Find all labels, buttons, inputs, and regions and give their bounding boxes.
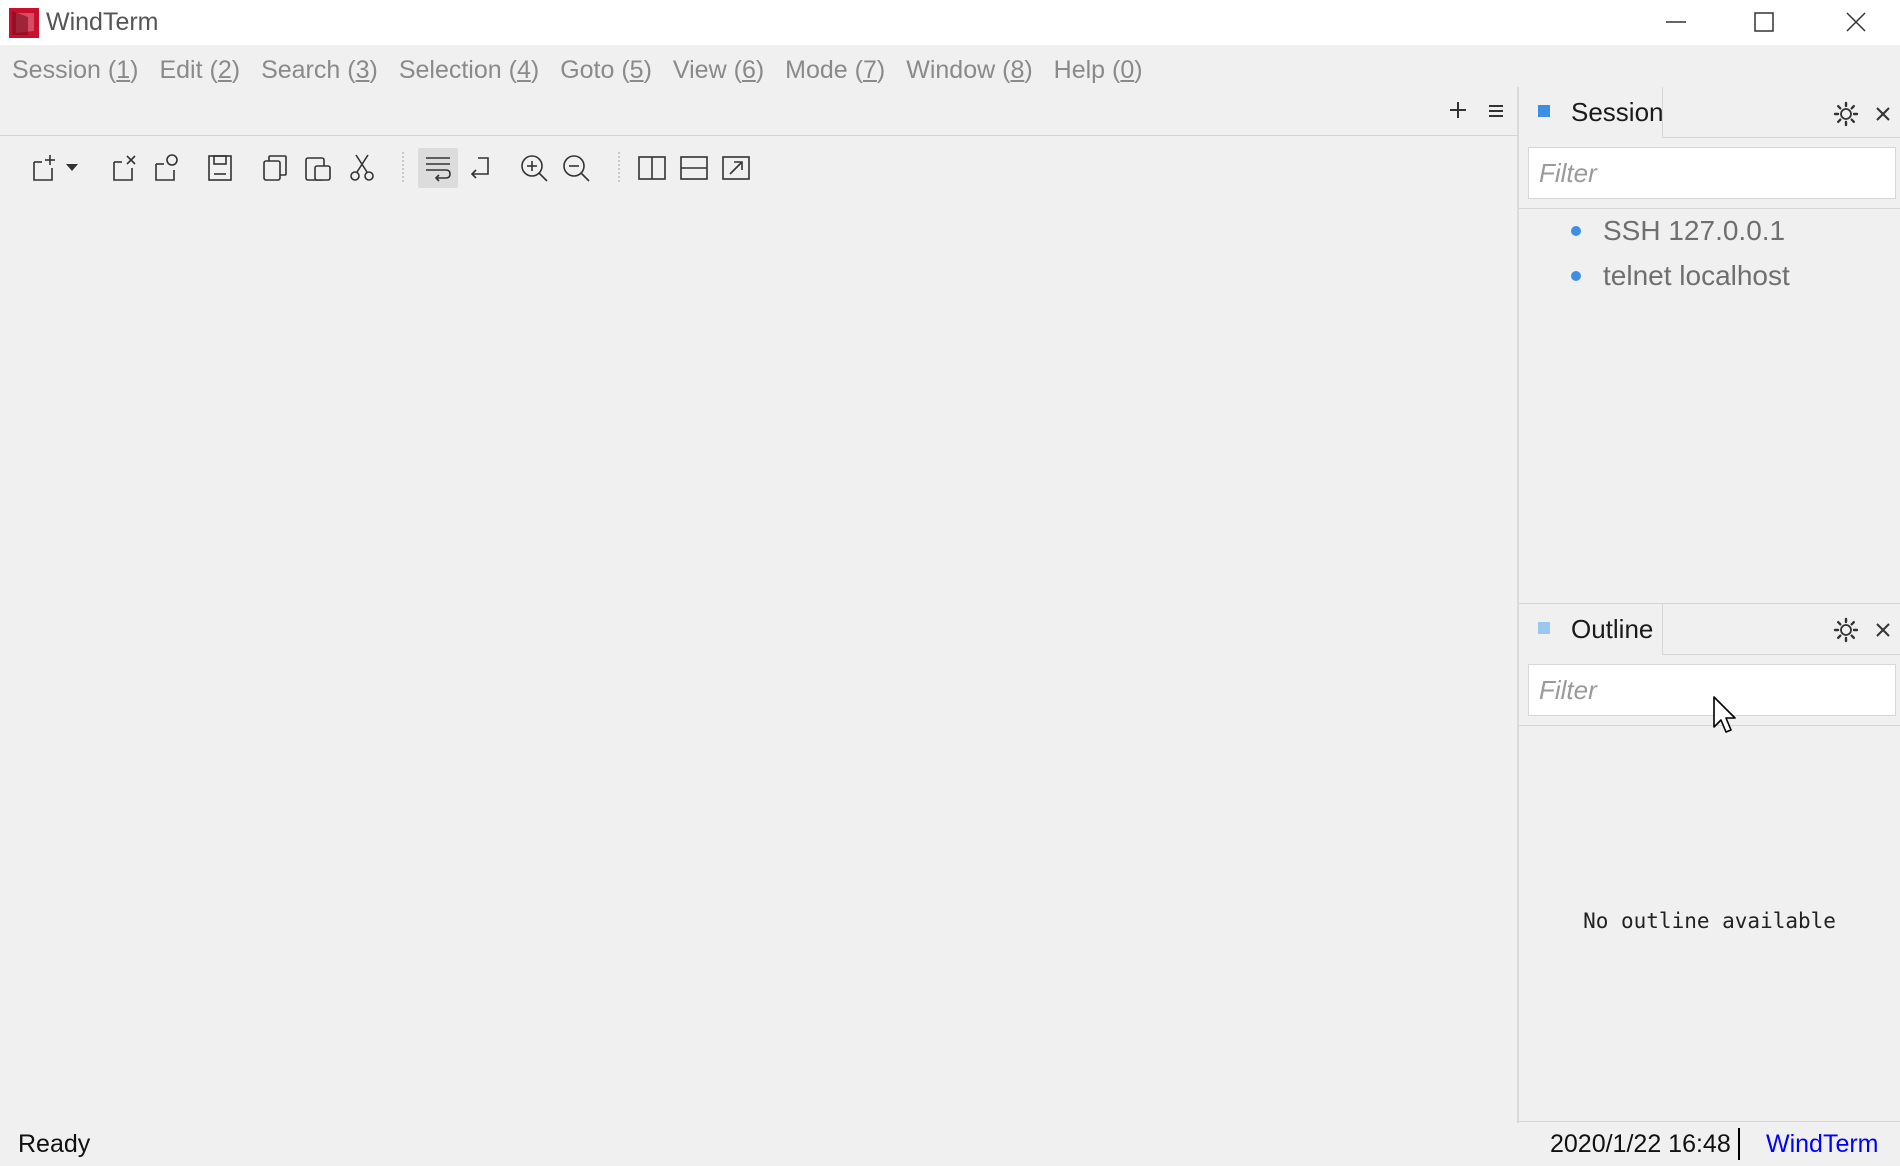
copy-button[interactable] (256, 148, 296, 188)
maximize-button[interactable] (1720, 0, 1808, 45)
maximize-icon (1754, 12, 1774, 32)
new-session-dropdown[interactable] (62, 148, 84, 188)
duplicate-session-icon (155, 154, 178, 181)
split-vertical-icon (638, 156, 666, 180)
save-icon (208, 155, 232, 181)
status-text: Ready (18, 1130, 91, 1158)
close-window-button[interactable] (1812, 0, 1900, 45)
window-title: WindTerm (46, 8, 159, 36)
popout-icon (722, 156, 750, 180)
cut-button[interactable] (342, 148, 382, 188)
menu-search[interactable]: Search (3) (261, 48, 378, 92)
word-wrap-button[interactable] (418, 148, 458, 188)
line-wrap-icon (470, 157, 489, 179)
cut-icon (350, 154, 374, 181)
copy-icon (263, 155, 287, 181)
status-bar: Ready 2020/1/22 16:48 WindTerm (0, 1122, 1900, 1166)
menu-window[interactable]: Window (8) (906, 48, 1032, 92)
menu-session[interactable]: Session (1) (12, 48, 138, 92)
outline-panel: Outline No outline available (1519, 603, 1900, 1123)
terminal-workspace[interactable] (0, 192, 1517, 1120)
toolbar-separator (402, 152, 404, 182)
session-settings-gear-icon[interactable] (1832, 100, 1860, 128)
panel-header-line (1663, 654, 1900, 655)
session-bullet-icon (1571, 271, 1581, 281)
menu-view[interactable]: View (6) (673, 48, 764, 92)
session-list-item[interactable]: telnet localhost (1519, 254, 1900, 298)
minimize-button[interactable] (1632, 0, 1720, 45)
minimize-icon (1666, 21, 1686, 23)
zoom-in-button[interactable] (514, 148, 554, 188)
session-bullet-icon (1571, 226, 1581, 236)
status-app-name[interactable]: WindTerm (1766, 1130, 1879, 1159)
toolbar (0, 140, 1517, 190)
session-filter-input[interactable] (1528, 147, 1896, 199)
session-list-item[interactable]: SSH 127.0.0.1 (1519, 209, 1900, 253)
title-bar: WindTerm (0, 0, 1900, 45)
popout-button[interactable] (716, 148, 756, 188)
windterm-logo-icon (9, 8, 39, 38)
outline-tab-marker-icon (1538, 622, 1550, 634)
status-datetime: 2020/1/22 16:48 (1550, 1130, 1731, 1158)
close-session-icon (113, 155, 136, 181)
session-panel-tab[interactable]: Session (1519, 87, 1664, 138)
menu-edit[interactable]: Edit (2) (159, 48, 240, 92)
close-session-button[interactable] (104, 148, 144, 188)
close-icon (1846, 12, 1866, 32)
dropdown-icon (66, 164, 78, 171)
new-tab-plus-icon[interactable] (1444, 96, 1472, 124)
menu-selection[interactable]: Selection (4) (399, 48, 539, 92)
zoom-out-button[interactable] (556, 148, 596, 188)
split-horizontal-button[interactable] (674, 148, 714, 188)
new-session-icon (33, 155, 55, 181)
tab-list-menu-icon[interactable] (1484, 98, 1508, 124)
menu-goto[interactable]: Goto (5) (560, 48, 652, 92)
paste-button[interactable] (298, 148, 338, 188)
session-tab-marker-icon (1538, 105, 1550, 117)
outline-filter-divider (1519, 725, 1900, 726)
session-label: SSH 127.0.0.1 (1603, 215, 1786, 246)
session-panel: Session SSH 127.0.0.1 telnet localhost (1519, 87, 1900, 602)
paste-icon (305, 157, 331, 181)
session-label: telnet localhost (1603, 260, 1790, 291)
save-button[interactable] (200, 148, 240, 188)
status-caret (1738, 1128, 1740, 1160)
mouse-pointer-icon (1713, 696, 1736, 733)
toolbar-separator (618, 152, 620, 182)
session-panel-close-icon[interactable] (1872, 103, 1894, 125)
outline-panel-title: Outline (1571, 614, 1654, 644)
tab-strip-divider (0, 135, 1517, 136)
panel-header-line (1663, 137, 1900, 138)
duplicate-session-button[interactable] (146, 148, 186, 188)
menu-bar: Session (1) Edit (2) Search (3) Selectio… (0, 48, 1900, 92)
menu-help[interactable]: Help (0) (1054, 48, 1143, 92)
menu-mode[interactable]: Mode (7) (785, 48, 885, 92)
new-session-button[interactable] (24, 148, 64, 188)
outline-panel-tab[interactable]: Outline (1519, 604, 1663, 655)
outline-panel-close-icon[interactable] (1872, 619, 1894, 641)
zoom-out-icon (563, 155, 590, 182)
line-wrap-button[interactable] (460, 148, 500, 188)
zoom-in-icon (521, 155, 548, 182)
split-vertical-button[interactable] (632, 148, 672, 188)
outline-settings-gear-icon[interactable] (1832, 616, 1860, 644)
session-panel-title: Session (1571, 97, 1664, 127)
outline-empty-message: No outline available (1583, 909, 1836, 933)
word-wrap-icon (426, 157, 451, 182)
split-horizontal-icon (680, 156, 708, 180)
